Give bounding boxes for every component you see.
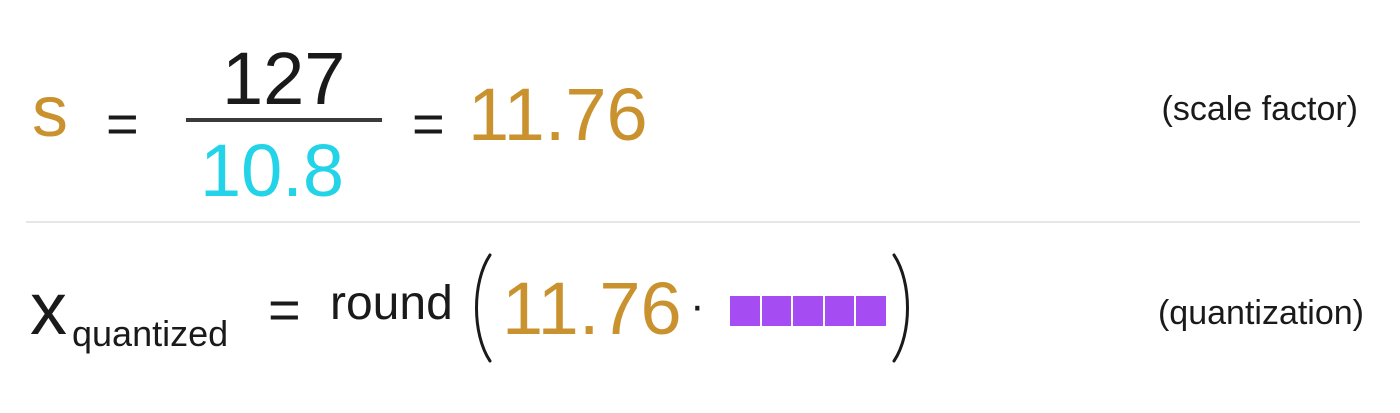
equals-sign: = [106, 92, 139, 155]
left-parenthesis [475, 253, 492, 363]
fraction-bar [186, 118, 382, 122]
masked-block [856, 296, 886, 326]
quantization-note: (quantization) [1157, 294, 1364, 332]
scale-factor-note: (scale factor) [1161, 90, 1359, 128]
scale-variable: s [32, 72, 68, 152]
scale-result: 11.76 [468, 73, 648, 156]
masked-block [730, 296, 760, 326]
quant-equals-sign: = [268, 278, 301, 341]
right-parenthesis [892, 253, 909, 363]
row-divider [26, 221, 1360, 223]
round-function: round [330, 277, 453, 330]
multiply-dot: · [690, 281, 705, 330]
fraction-denominator: 10.8 [200, 129, 345, 212]
result-equals-sign: = [412, 92, 445, 155]
quantized-variable: x [30, 267, 67, 350]
masked-input-blocks [730, 296, 886, 326]
fraction-numerator: 127 [222, 37, 346, 120]
masked-block [824, 296, 855, 326]
scale-argument: 11.76 [502, 267, 682, 350]
masked-block [793, 296, 823, 326]
quantized-subscript: quantized [72, 313, 229, 354]
masked-block [761, 296, 792, 326]
